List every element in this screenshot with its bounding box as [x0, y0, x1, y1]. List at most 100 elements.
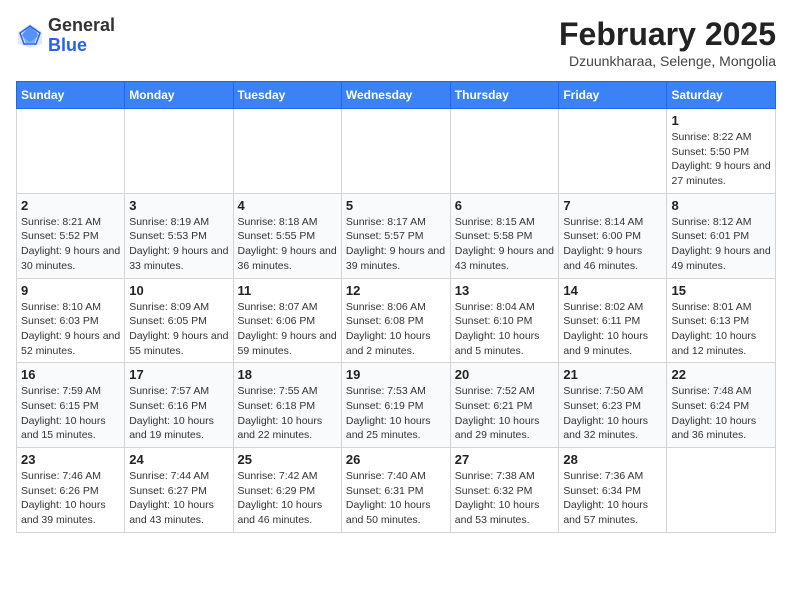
calendar-cell: 28 Sunrise: 7:36 AM Sunset: 6:34 PM Dayli… [559, 448, 667, 533]
calendar-cell: 13 Sunrise: 8:04 AM Sunset: 6:10 PM Dayli… [450, 278, 559, 363]
day-number: 9 [21, 283, 120, 298]
logo-general: General [48, 15, 115, 35]
day-detail: Sunrise: 7:50 AM Sunset: 6:23 PM Dayligh… [563, 384, 662, 443]
day-detail: Sunrise: 7:55 AM Sunset: 6:18 PM Dayligh… [238, 384, 337, 443]
day-detail: Sunrise: 8:07 AM Sunset: 6:06 PM Dayligh… [238, 300, 337, 359]
day-detail: Sunrise: 8:22 AM Sunset: 5:50 PM Dayligh… [671, 130, 771, 189]
location: Dzuunkharaa, Selenge, Mongolia [559, 53, 776, 69]
calendar-cell: 1 Sunrise: 8:22 AM Sunset: 5:50 PM Daylig… [667, 109, 776, 194]
calendar-cell: 18 Sunrise: 7:55 AM Sunset: 6:18 PM Dayli… [233, 363, 341, 448]
day-number: 23 [21, 452, 120, 467]
calendar-cell: 19 Sunrise: 7:53 AM Sunset: 6:19 PM Dayli… [341, 363, 450, 448]
title-block: February 2025 Dzuunkharaa, Selenge, Mong… [559, 16, 776, 69]
calendar-cell: 26Sunrise: 7:40 AM Sunset: 6:31 PM Dayli… [341, 448, 450, 533]
calendar-week-row: 16 Sunrise: 7:59 AM Sunset: 6:15 PM Dayli… [17, 363, 776, 448]
calendar-week-row: 23 Sunrise: 7:46 AM Sunset: 6:26 PM Dayli… [17, 448, 776, 533]
calendar-table: SundayMondayTuesdayWednesdayThursdayFrid… [16, 81, 776, 533]
calendar-cell [667, 448, 776, 533]
day-detail: Sunrise: 7:52 AM Sunset: 6:21 PM Dayligh… [455, 384, 555, 443]
day-number: 7 [563, 198, 662, 213]
day-detail: Sunrise: 7:36 AM Sunset: 6:34 PM Dayligh… [563, 469, 662, 528]
calendar-cell: 10 Sunrise: 8:09 AM Sunset: 6:05 PM Dayli… [125, 278, 233, 363]
logo: General Blue [16, 16, 115, 56]
day-detail: Sunrise: 7:42 AM Sunset: 6:29 PM Dayligh… [238, 469, 337, 528]
calendar-cell: 3 Sunrise: 8:19 AM Sunset: 5:53 PM Daylig… [125, 193, 233, 278]
day-number: 15 [671, 283, 771, 298]
day-detail: Sunrise: 7:44 AM Sunset: 6:27 PM Dayligh… [129, 469, 228, 528]
calendar-week-row: 2 Sunrise: 8:21 AM Sunset: 5:52 PM Daylig… [17, 193, 776, 278]
day-number: 1 [671, 113, 771, 128]
day-number: 20 [455, 367, 555, 382]
day-number: 2 [21, 198, 120, 213]
calendar-cell: 24 Sunrise: 7:44 AM Sunset: 6:27 PM Dayli… [125, 448, 233, 533]
day-detail: Sunrise: 8:21 AM Sunset: 5:52 PM Dayligh… [21, 215, 120, 274]
day-detail: Sunrise: 8:14 AM Sunset: 6:00 PM Dayligh… [563, 215, 662, 274]
month-title: February 2025 [559, 16, 776, 53]
calendar-header-row: SundayMondayTuesdayWednesdayThursdayFrid… [17, 82, 776, 109]
day-number: 18 [238, 367, 337, 382]
calendar-cell [233, 109, 341, 194]
day-of-week-tuesday: Tuesday [233, 82, 341, 109]
day-number: 24 [129, 452, 228, 467]
day-detail: Sunrise: 7:48 AM Sunset: 6:24 PM Dayligh… [671, 384, 771, 443]
day-detail: Sunrise: 8:06 AM Sunset: 6:08 PM Dayligh… [346, 300, 446, 359]
calendar-cell: 17 Sunrise: 7:57 AM Sunset: 6:16 PM Dayli… [125, 363, 233, 448]
day-of-week-friday: Friday [559, 82, 667, 109]
day-number: 10 [129, 283, 228, 298]
calendar-cell: 2 Sunrise: 8:21 AM Sunset: 5:52 PM Daylig… [17, 193, 125, 278]
day-number: 13 [455, 283, 555, 298]
day-detail: Sunrise: 8:19 AM Sunset: 5:53 PM Dayligh… [129, 215, 228, 274]
calendar-cell [17, 109, 125, 194]
day-number: 16 [21, 367, 120, 382]
day-number: 3 [129, 198, 228, 213]
calendar-cell: 20 Sunrise: 7:52 AM Sunset: 6:21 PM Dayli… [450, 363, 559, 448]
day-detail: Sunrise: 7:59 AM Sunset: 6:15 PM Dayligh… [21, 384, 120, 443]
calendar-cell: 25Sunrise: 7:42 AM Sunset: 6:29 PM Dayli… [233, 448, 341, 533]
day-detail: Sunrise: 7:38 AM Sunset: 6:32 PM Dayligh… [455, 469, 555, 528]
calendar-cell: 6 Sunrise: 8:15 AM Sunset: 5:58 PM Daylig… [450, 193, 559, 278]
day-of-week-saturday: Saturday [667, 82, 776, 109]
day-detail: Sunrise: 8:12 AM Sunset: 6:01 PM Dayligh… [671, 215, 771, 274]
logo-icon [16, 22, 44, 50]
day-detail: Sunrise: 8:04 AM Sunset: 6:10 PM Dayligh… [455, 300, 555, 359]
day-detail: Sunrise: 8:15 AM Sunset: 5:58 PM Dayligh… [455, 215, 555, 274]
calendar-cell [125, 109, 233, 194]
day-number: 11 [238, 283, 337, 298]
day-number: 5 [346, 198, 446, 213]
calendar-cell: 15 Sunrise: 8:01 AM Sunset: 6:13 PM Dayli… [667, 278, 776, 363]
day-of-week-wednesday: Wednesday [341, 82, 450, 109]
calendar-cell: 22Sunrise: 7:48 AM Sunset: 6:24 PM Dayli… [667, 363, 776, 448]
day-number: 28 [563, 452, 662, 467]
day-detail: Sunrise: 8:01 AM Sunset: 6:13 PM Dayligh… [671, 300, 771, 359]
day-detail: Sunrise: 8:02 AM Sunset: 6:11 PM Dayligh… [563, 300, 662, 359]
day-number: 19 [346, 367, 446, 382]
day-detail: Sunrise: 8:10 AM Sunset: 6:03 PM Dayligh… [21, 300, 120, 359]
day-detail: Sunrise: 7:57 AM Sunset: 6:16 PM Dayligh… [129, 384, 228, 443]
day-detail: Sunrise: 7:53 AM Sunset: 6:19 PM Dayligh… [346, 384, 446, 443]
calendar-cell: 12 Sunrise: 8:06 AM Sunset: 6:08 PM Dayli… [341, 278, 450, 363]
day-number: 17 [129, 367, 228, 382]
calendar-cell [341, 109, 450, 194]
day-detail: Sunrise: 7:46 AM Sunset: 6:26 PM Dayligh… [21, 469, 120, 528]
calendar-cell [559, 109, 667, 194]
calendar-cell: 21 Sunrise: 7:50 AM Sunset: 6:23 PM Dayli… [559, 363, 667, 448]
day-number: 21 [563, 367, 662, 382]
calendar-cell: 5Sunrise: 8:17 AM Sunset: 5:57 PM Daylig… [341, 193, 450, 278]
calendar-week-row: 9 Sunrise: 8:10 AM Sunset: 6:03 PM Daylig… [17, 278, 776, 363]
calendar-cell: 14 Sunrise: 8:02 AM Sunset: 6:11 PM Dayli… [559, 278, 667, 363]
calendar-cell: 23 Sunrise: 7:46 AM Sunset: 6:26 PM Dayli… [17, 448, 125, 533]
calendar-cell: 7 Sunrise: 8:14 AM Sunset: 6:00 PM Daylig… [559, 193, 667, 278]
calendar-cell: 4Sunrise: 8:18 AM Sunset: 5:55 PM Daylig… [233, 193, 341, 278]
day-detail: Sunrise: 8:09 AM Sunset: 6:05 PM Dayligh… [129, 300, 228, 359]
day-number: 14 [563, 283, 662, 298]
day-of-week-sunday: Sunday [17, 82, 125, 109]
day-number: 27 [455, 452, 555, 467]
calendar-week-row: 1 Sunrise: 8:22 AM Sunset: 5:50 PM Daylig… [17, 109, 776, 194]
day-number: 8 [671, 198, 771, 213]
day-of-week-thursday: Thursday [450, 82, 559, 109]
calendar-cell: 16 Sunrise: 7:59 AM Sunset: 6:15 PM Dayli… [17, 363, 125, 448]
day-number: 6 [455, 198, 555, 213]
logo-blue: Blue [48, 35, 87, 55]
header: General Blue February 2025 Dzuunkharaa, … [16, 16, 776, 69]
day-number: 12 [346, 283, 446, 298]
